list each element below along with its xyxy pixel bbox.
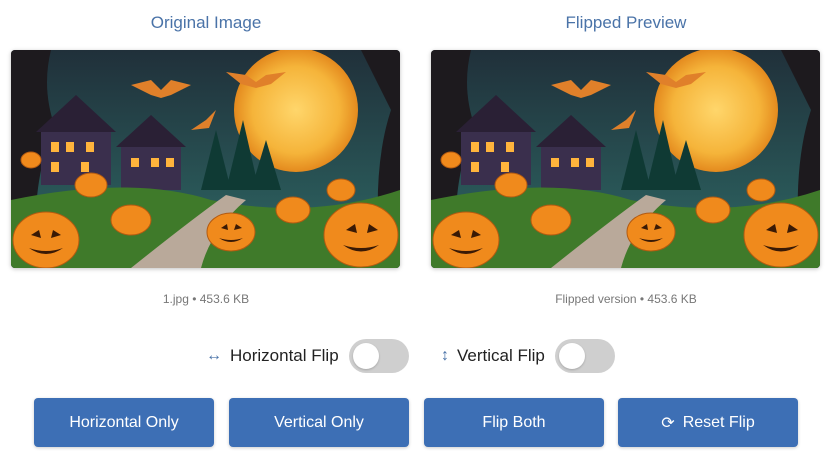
- original-panel: Original Image 1.jpg • 453.6 KB: [11, 0, 401, 306]
- reset-flip-label: Reset Flip: [682, 413, 755, 431]
- horizontal-flip-switch[interactable]: [348, 339, 409, 373]
- vertical-flip-label: Vertical Flip: [457, 346, 545, 365]
- vertical-flip-toggle-group: ↕ Vertical Flip: [441, 339, 615, 373]
- horizontal-flip-toggle-group: ↔ Horizontal Flip: [206, 339, 409, 373]
- flip-both-label: Flip Both: [482, 413, 546, 431]
- preview-panel: Flipped Preview Flipped version • 453.6 …: [431, 0, 821, 306]
- flipped-preview-caption: Flipped version • 453.6 KB: [555, 292, 697, 306]
- horizontal-only-label: Horizontal Only: [69, 413, 179, 431]
- vertical-arrows-icon: ↕: [441, 347, 449, 364]
- vertical-only-button[interactable]: Vertical Only: [229, 398, 409, 447]
- flipped-preview-title: Flipped Preview: [565, 13, 687, 32]
- flip-toggles: ↔ Horizontal Flip ↕ Vertical Flip: [0, 339, 835, 373]
- reset-flip-button[interactable]: ⟳ Reset Flip: [618, 398, 798, 447]
- refresh-icon: ⟳: [661, 414, 675, 432]
- flip-action-buttons: Horizontal Only Vertical Only Flip Both …: [0, 398, 835, 448]
- original-image-caption: 1.jpg • 453.6 KB: [162, 292, 250, 306]
- vertical-flip-switch[interactable]: [554, 339, 615, 373]
- flipped-preview-image: [431, 50, 820, 268]
- horizontal-only-button[interactable]: Horizontal Only: [34, 398, 214, 447]
- horizontal-flip-label: Horizontal Flip: [230, 346, 339, 365]
- switch-knob: [352, 343, 379, 369]
- switch-knob: [558, 343, 585, 369]
- original-image-title: Original Image: [150, 13, 262, 32]
- original-image: [11, 50, 400, 268]
- vertical-only-label: Vertical Only: [274, 413, 364, 431]
- flip-both-button[interactable]: Flip Both: [424, 398, 604, 447]
- horizontal-arrows-icon: ↔: [206, 347, 222, 364]
